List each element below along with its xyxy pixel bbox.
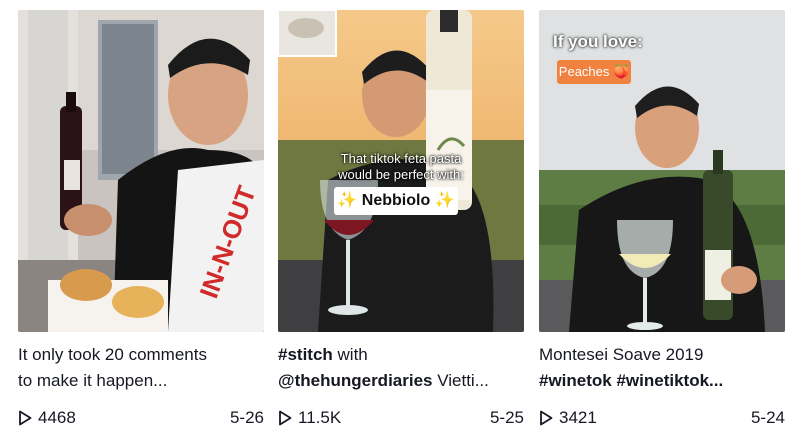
caption-text: to make it happen...	[18, 371, 168, 390]
thumbnail-image-1: IN-N-OUT	[18, 10, 264, 332]
mention-link[interactable]: @thehungerdiaries	[278, 371, 433, 390]
play-count: 11.5K	[278, 408, 341, 428]
video-caption-2[interactable]: #stitch with @thehungerdiaries Vietti...	[278, 342, 524, 394]
play-icon	[540, 410, 553, 426]
play-count-value: 11.5K	[298, 408, 342, 427]
post-date: 5-25	[489, 408, 524, 427]
video-meta-2: 11.5K 5-25	[278, 408, 524, 428]
play-icon	[279, 410, 292, 426]
video-thumbnail-3[interactable]: If you love: Peaches 🍑	[539, 10, 785, 332]
video-caption-3[interactable]: Montesei Soave 2019 #winetok #winetiktok…	[539, 342, 785, 394]
hashtags: #winetok #winetiktok...	[539, 368, 785, 394]
play-count-value: 3421	[559, 408, 597, 427]
video-card-2[interactable]: That tiktok feta pasta would be perfect …	[278, 10, 524, 428]
video-card-1[interactable]: IN-N-OUT It only took 20 comments to mak…	[18, 10, 264, 428]
hashtag-link[interactable]: #stitch	[278, 345, 333, 364]
caption-text: with	[332, 345, 368, 364]
caption-text: Vietti...	[432, 371, 489, 390]
video-meta-1: 4468 5-26	[18, 408, 264, 428]
post-date: 5-24	[750, 408, 785, 427]
caption-line: #stitch with	[278, 342, 524, 368]
video-card-3[interactable]: If you love: Peaches 🍑 Montesei Soave 20…	[539, 10, 785, 428]
play-count: 4468	[18, 408, 76, 428]
overlay-tag: ✨ Nebbiolo ✨	[334, 187, 458, 215]
overlay-text: would be perfect with:	[338, 167, 464, 182]
overlay-text: That tiktok feta pasta	[340, 151, 462, 166]
video-thumbnail-1[interactable]: IN-N-OUT	[18, 10, 264, 332]
caption-text: Montesei Soave 2019	[539, 345, 704, 364]
play-count: 3421	[539, 408, 597, 428]
video-thumbnail-2[interactable]: That tiktok feta pasta would be perfect …	[278, 10, 524, 332]
caption-line: @thehungerdiaries Vietti...	[278, 368, 524, 394]
play-icon	[19, 410, 32, 426]
overlay-heading: If you love:	[553, 32, 643, 51]
video-meta-3: 3421 5-24	[539, 408, 785, 428]
video-caption-1[interactable]: It only took 20 comments to make it happ…	[18, 342, 264, 394]
caption-text: It only took 20 comments	[18, 345, 207, 364]
post-date: 5-26	[229, 408, 264, 427]
overlay-tag: Peaches 🍑	[557, 60, 631, 84]
thumbnail-image-3	[539, 10, 785, 332]
play-count-value: 4468	[38, 408, 76, 427]
hashtag-link[interactable]: #winetok #winetiktok...	[539, 371, 723, 390]
